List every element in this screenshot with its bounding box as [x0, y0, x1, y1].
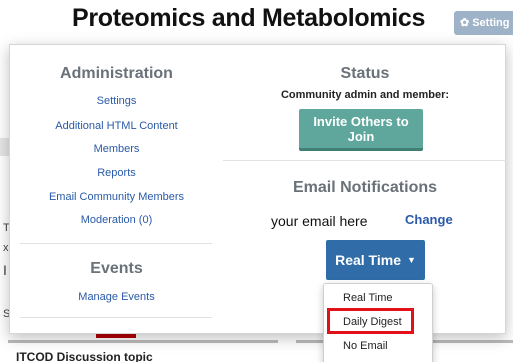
background-fragment	[0, 138, 9, 156]
gear-icon: ✿	[460, 17, 470, 29]
background-divider	[8, 340, 278, 343]
settings-button-label: Setting	[472, 17, 510, 29]
menu-option-no-email[interactable]: No Email	[324, 336, 432, 356]
section-divider	[20, 317, 212, 318]
membership-role-text: Community admin and member:	[280, 89, 450, 101]
page-title: Proteomics and Metabolomics	[72, 4, 426, 32]
status-heading: Status	[340, 65, 390, 82]
caret-down-icon: ▼	[406, 255, 416, 265]
background-fragment: I	[3, 262, 7, 278]
reports-link[interactable]: Reports	[10, 167, 223, 179]
manage-events-link[interactable]: Manage Events	[10, 291, 223, 303]
menu-option-daily-digest[interactable]: Daily Digest	[324, 312, 432, 332]
email-notifications-heading: Email Notifications	[292, 179, 438, 196]
email-frequency-dropdown-button[interactable]: Real Time ▼	[326, 240, 425, 280]
background-fragment: x	[3, 242, 9, 254]
change-email-link[interactable]: Change	[405, 212, 453, 227]
settings-button[interactable]: ✿ Setting	[454, 11, 513, 35]
settings-link[interactable]: Settings	[10, 95, 223, 107]
events-heading: Events	[90, 260, 143, 277]
administration-heading: Administration	[60, 65, 173, 82]
email-frequency-label: Real Time	[335, 252, 401, 268]
menu-option-real-time[interactable]: Real Time	[324, 288, 432, 308]
email-frequency-menu: Real Time Daily Digest No Email	[323, 283, 433, 362]
section-divider	[223, 160, 507, 161]
background-accent-bar	[96, 334, 136, 338]
section-divider	[20, 243, 212, 244]
additional-html-content-link[interactable]: Additional HTML Content	[10, 120, 223, 132]
email-address-value: your email here	[271, 213, 368, 229]
invite-others-button[interactable]: Invite Others to Join	[299, 109, 423, 151]
email-community-members-link[interactable]: Email Community Members	[10, 191, 223, 203]
moderation-link[interactable]: Moderation (0)	[10, 214, 223, 226]
admin-column: Administration Settings Additional HTML …	[10, 45, 223, 333]
members-link[interactable]: Members	[10, 143, 223, 155]
background-topic-text: ITCOD Discussion topic	[16, 350, 153, 362]
